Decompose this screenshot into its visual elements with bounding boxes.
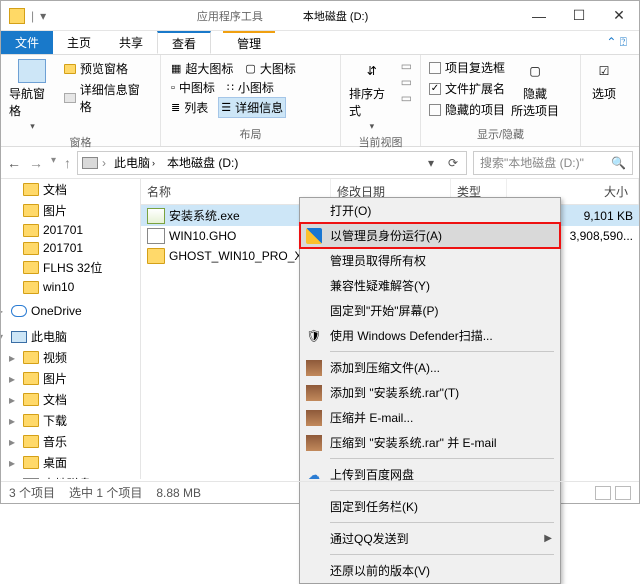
view-thumbnails-icon[interactable] (615, 486, 631, 500)
nav-tree[interactable]: 文档 图片 201701 201701 FLHS 32位 win10 ▸OneD… (1, 179, 141, 479)
ctx-run-as-admin[interactable]: 以管理员身份运行(A) (300, 223, 560, 248)
ctx-pin-start[interactable]: 固定到"开始"屏幕(P) (300, 298, 560, 323)
tree-desktop[interactable]: ▸桌面 (1, 452, 140, 473)
folder-icon (9, 8, 25, 24)
ctx-separator (330, 458, 554, 459)
status-size: 8.88 MB (156, 486, 201, 500)
add-columns-icon[interactable]: ▭ (401, 75, 412, 89)
ctx-separator (330, 351, 554, 352)
tree-documents[interactable]: 文档 (1, 179, 140, 200)
checkbox-file-ext[interactable]: ✓文件扩展名 (429, 80, 505, 97)
ctx-defender[interactable]: 🛡使用 Windows Defender扫描... (300, 323, 560, 348)
tree-pictures[interactable]: 图片 (1, 200, 140, 221)
ctx-add-rar[interactable]: 添加到 "安装系统.rar"(T) (300, 380, 560, 405)
contextual-tab-label: 应用程序工具 (197, 8, 263, 24)
context-menu: 打开(O) 以管理员身份运行(A) 管理员取得所有权 兼容性疑难解答(Y) 固定… (299, 197, 561, 584)
tree-201701a[interactable]: 201701 (1, 221, 140, 239)
forward-button[interactable]: → (29, 155, 43, 171)
window-title: 本地磁盘 (D:) (303, 8, 368, 24)
tree-music[interactable]: ▸音乐 (1, 431, 140, 452)
status-item-count: 3 个项目 (9, 484, 55, 501)
ctx-open[interactable]: 打开(O) (300, 198, 560, 223)
tree-pictures2[interactable]: ▸图片 (1, 368, 140, 389)
options-button[interactable]: ☑ 选项 (589, 59, 619, 102)
view-large-icons[interactable]: ▢ 大图标 (243, 59, 297, 78)
tree-onedrive[interactable]: ▸OneDrive (1, 302, 140, 320)
ctx-qq-send[interactable]: 通过QQ发送到▶ (300, 526, 560, 551)
tab-home[interactable]: 主页 (53, 31, 105, 54)
view-extra-large-icons[interactable]: ▦ 超大图标 (169, 59, 235, 78)
close-button[interactable]: ✕ (599, 1, 639, 31)
ctx-compress-rar-email[interactable]: 压缩到 "安装系统.rar" 并 E-mail (300, 430, 560, 455)
tree-win10[interactable]: win10 (1, 278, 140, 296)
up-button[interactable]: ↑ (64, 155, 71, 171)
address-bar[interactable]: › 此电脑 › 本地磁盘 (D:) ▾ ⟳ (77, 151, 467, 175)
ribbon-collapse-icon[interactable]: ⌃ ⍰ (594, 31, 639, 54)
nav-pane-button[interactable]: 导航窗格 ▾ (9, 59, 56, 132)
recent-locations-icon[interactable]: ▾ (51, 155, 56, 171)
tree-downloads[interactable]: ▸下载 (1, 410, 140, 431)
winrar-icon (306, 435, 322, 451)
tree-videos[interactable]: ▸视频 (1, 347, 140, 368)
group-by-icon[interactable]: ▭ (401, 59, 412, 73)
view-medium-icons[interactable]: ▫ 中图标 (169, 78, 217, 97)
tree-drive-c[interactable]: ▸本地磁盘 (C:) (1, 473, 140, 479)
exe-icon (147, 208, 165, 224)
minimize-button[interactable]: — (519, 1, 559, 31)
ctx-compat[interactable]: 兼容性疑难解答(Y) (300, 273, 560, 298)
ribbon-tabs: 文件 主页 共享 查看 管理 ⌃ ⍰ (1, 31, 639, 55)
view-small-icons[interactable]: ∷ 小图标 (225, 78, 276, 97)
back-button[interactable]: ← (7, 155, 21, 171)
ctx-add-archive[interactable]: 添加到压缩文件(A)... (300, 355, 560, 380)
drive-icon (82, 157, 98, 169)
refresh-icon[interactable]: ⟳ (444, 156, 462, 170)
ctx-separator (330, 554, 554, 555)
tree-201701b[interactable]: 201701 (1, 239, 140, 257)
breadcrumb-this-pc: 此电脑 › (110, 154, 159, 171)
defender-icon: 🛡 (306, 328, 322, 344)
winrar-icon (306, 385, 322, 401)
qat-divider: | (31, 9, 34, 23)
details-pane-button[interactable]: 详细信息窗格 (62, 80, 152, 116)
ctx-compress-email[interactable]: 压缩并 E-mail... (300, 405, 560, 430)
winrar-icon (306, 360, 322, 376)
search-box[interactable]: 搜索"本地磁盘 (D:)" 🔍 (473, 151, 633, 175)
view-details-icon[interactable] (595, 486, 611, 500)
size-columns-icon[interactable]: ▭ (401, 91, 412, 105)
hide-selected-button[interactable]: ▢ 隐藏 所选项目 (511, 59, 559, 119)
shield-icon (306, 228, 322, 244)
address-dropdown-icon[interactable]: ▾ (422, 156, 440, 170)
address-bar-row: ← → ▾ ↑ › 此电脑 › 本地磁盘 (D:) ▾ ⟳ 搜索"本地磁盘 (D… (1, 147, 639, 179)
tree-this-pc[interactable]: ▾此电脑 (1, 326, 140, 347)
tab-file[interactable]: 文件 (1, 31, 53, 54)
quick-access: | ▾ (1, 8, 46, 24)
status-bar: 3 个项目 选中 1 个项目 8.88 MB (1, 481, 639, 503)
tab-view[interactable]: 查看 (157, 31, 211, 54)
winrar-icon (306, 410, 322, 426)
tab-share[interactable]: 共享 (105, 31, 157, 54)
ribbon: 导航窗格 ▾ 预览窗格 详细信息窗格 窗格 ▦ 超大图标 ▢ 大图标 ▫ 中图标… (1, 55, 639, 147)
tree-documents2[interactable]: ▸文档 (1, 389, 140, 410)
checkbox-hidden-items[interactable]: 隐藏的项目 (429, 101, 505, 118)
ctx-prev-versions[interactable]: 还原以前的版本(V) (300, 558, 560, 583)
sort-button[interactable]: ⇵ 排序方式 ▾ (349, 59, 395, 132)
preview-pane-button[interactable]: 预览窗格 (62, 59, 152, 78)
breadcrumb-drive: 本地磁盘 (D:) (163, 154, 242, 171)
ctx-admin-owner[interactable]: 管理员取得所有权 (300, 248, 560, 273)
maximize-button[interactable]: ☐ (559, 1, 599, 31)
file-icon (147, 228, 165, 244)
tree-flhs[interactable]: FLHS 32位 (1, 257, 140, 278)
folder-icon (147, 248, 165, 264)
tab-manage[interactable]: 管理 (223, 31, 275, 54)
view-list[interactable]: ≣ 列表 (169, 97, 210, 118)
checkbox-item-checkboxes[interactable]: 项目复选框 (429, 59, 505, 76)
status-selected: 选中 1 个项目 (69, 484, 142, 501)
search-icon: 🔍 (611, 156, 626, 170)
title-bar: | ▾ 应用程序工具 本地磁盘 (D:) — ☐ ✕ (1, 1, 639, 31)
ctx-separator (330, 522, 554, 523)
view-details[interactable]: ☰ 详细信息 (218, 97, 286, 118)
